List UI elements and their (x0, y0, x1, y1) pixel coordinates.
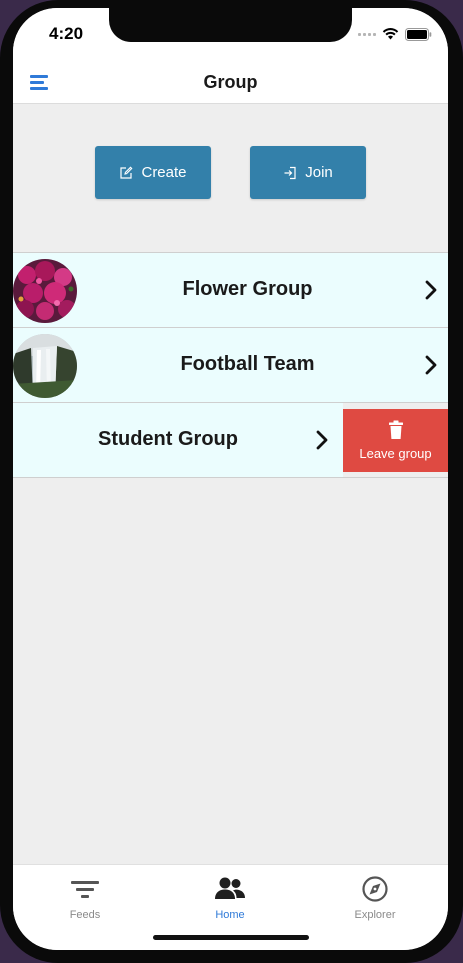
create-group-button[interactable]: Create (95, 146, 211, 199)
leave-group-button[interactable]: Leave group (343, 409, 448, 472)
status-time: 4:20 (49, 24, 84, 43)
tab-label: Explorer (354, 909, 396, 921)
group-row-football-team[interactable]: Football Team (13, 327, 448, 403)
group-name: Football Team (180, 353, 315, 375)
group-row-student-group[interactable]: Student Group Leave group (13, 402, 448, 478)
tab-feeds[interactable]: Feeds (25, 875, 145, 921)
home-indicator (153, 935, 309, 940)
tab-home[interactable]: Home (170, 875, 290, 921)
tab-label: Home (215, 909, 245, 921)
group-name: Student Group (98, 428, 238, 450)
page-title: Group (203, 72, 258, 92)
navigation-bar: Group (13, 64, 448, 104)
swiped-row-content[interactable]: Student Group (13, 403, 343, 477)
join-group-button[interactable]: Join (250, 146, 366, 199)
sign-in-icon (284, 166, 296, 179)
wifi-icon (382, 28, 399, 40)
group-avatar-flower (13, 259, 77, 323)
compass-icon (362, 876, 388, 902)
status-icons (358, 27, 432, 41)
group-list: Flower Group Football Team Student Group… (13, 252, 448, 478)
group-avatar-waterfall (13, 334, 77, 398)
chevron-right-icon (425, 280, 437, 300)
cellular-signal-icon (358, 32, 376, 36)
chevron-right-icon (425, 355, 437, 375)
group-row-flower-group[interactable]: Flower Group (13, 252, 448, 328)
create-button-label: Create (141, 164, 187, 181)
people-icon (215, 877, 245, 899)
join-button-label: Join (305, 164, 333, 181)
filter-icon (71, 881, 99, 898)
leave-group-label: Leave group (359, 446, 432, 461)
status-bar: 4:20 (13, 8, 448, 64)
tab-label: Feeds (69, 909, 101, 921)
edit-icon (120, 166, 133, 179)
trash-icon (388, 420, 403, 439)
device-notch (109, 8, 352, 42)
battery-icon (405, 27, 432, 41)
app-screen: 4:20 Group Create Join Flower Group Foot… (13, 8, 448, 950)
group-name: Flower Group (182, 278, 313, 300)
tab-explorer[interactable]: Explorer (315, 875, 435, 921)
chevron-right-icon (316, 430, 328, 450)
